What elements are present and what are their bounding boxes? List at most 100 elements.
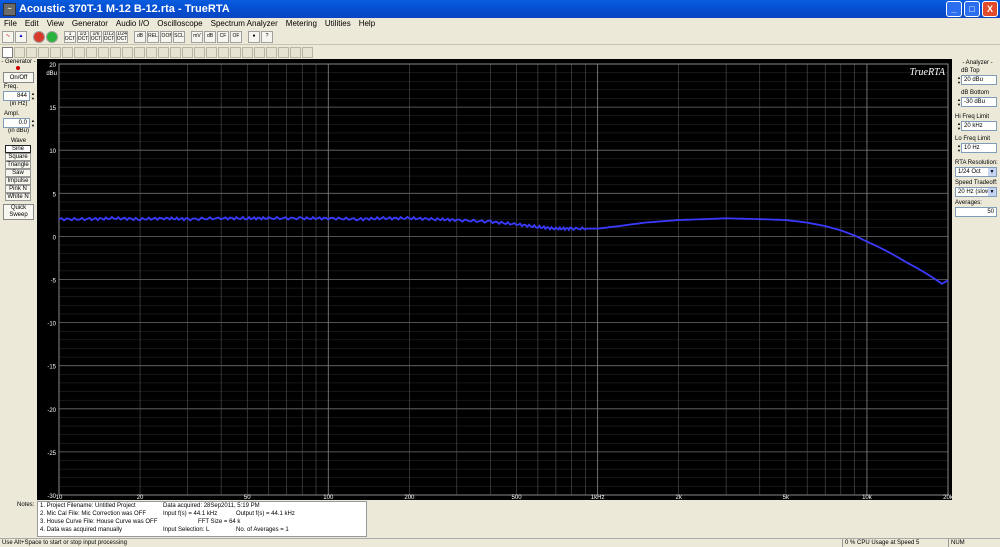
- y-axis-label: dBu: [46, 71, 57, 77]
- tool-button-21[interactable]: [242, 46, 253, 58]
- hi-freq-spinner-icon[interactable]: ▲ ▼: [957, 121, 961, 131]
- tool-button-26[interactable]: [302, 46, 313, 58]
- tool-button-13[interactable]: [146, 46, 157, 58]
- tool-button-20[interactable]: [230, 46, 241, 58]
- tool-button-14[interactable]: [158, 46, 169, 58]
- rta-resolution-select[interactable]: 1/24 Oct ▼: [955, 167, 997, 177]
- close-button[interactable]: X: [982, 1, 998, 17]
- zoom-button[interactable]: ZOOM: [160, 30, 172, 43]
- menu-edit[interactable]: Edit: [21, 19, 43, 28]
- db-bottom-input[interactable]: ▲ ▼ -30 dBu: [957, 97, 997, 107]
- averages-input[interactable]: 50: [955, 207, 997, 217]
- menu-view[interactable]: View: [43, 19, 68, 28]
- tool-button-24[interactable]: [278, 46, 289, 58]
- rel-button[interactable]: REL: [147, 30, 159, 43]
- menu-help[interactable]: Help: [355, 19, 379, 28]
- wave-pink-noise-button[interactable]: Pink N: [5, 185, 31, 193]
- menu-spectrum-analyzer[interactable]: Spectrum Analyzer: [207, 19, 282, 28]
- quick-sweep-button[interactable]: Quick Sweep: [3, 204, 34, 220]
- menu-oscilloscope[interactable]: Oscilloscope: [153, 19, 206, 28]
- ampl-input[interactable]: 0.0 ▲ ▼: [3, 118, 35, 128]
- tool-button-19[interactable]: [218, 46, 229, 58]
- freq-unit-label: (in Hz): [9, 101, 28, 107]
- of-button[interactable]: OF: [230, 30, 242, 43]
- tool-button-17[interactable]: [194, 46, 205, 58]
- oct-1-3-button[interactable]: 1/3 OCT: [77, 30, 89, 43]
- tool-button-10[interactable]: [110, 46, 121, 58]
- stop-button[interactable]: [33, 30, 45, 43]
- tool-button-4[interactable]: [38, 46, 49, 58]
- wave-white-noise-button[interactable]: White N: [5, 193, 31, 201]
- tool-button-5[interactable]: [50, 46, 61, 58]
- tool-button-16[interactable]: [182, 46, 193, 58]
- mv-button[interactable]: mV: [191, 30, 203, 43]
- oct-1-24-button[interactable]: 1/24 OCT: [116, 30, 128, 43]
- db-top-input[interactable]: ▲ ▼ 20 dBu: [957, 75, 997, 85]
- rta-resolution-label: RTA Resolution:: [955, 160, 998, 166]
- oct-1-12-button[interactable]: 1/12 OCT: [103, 30, 115, 43]
- view-mode-button[interactable]: [2, 46, 13, 58]
- ampl-spinner-icon[interactable]: ▲ ▼: [30, 118, 36, 128]
- chevron-down-icon[interactable]: ▼: [988, 188, 996, 196]
- tool-button-9[interactable]: [98, 46, 109, 58]
- tool-button-8[interactable]: [86, 46, 97, 58]
- run-button[interactable]: [46, 30, 58, 43]
- oct-1-6-button[interactable]: 1/6 OCT: [90, 30, 102, 43]
- wave-triangle-button[interactable]: Triangle: [5, 161, 31, 169]
- tool-button-3[interactable]: [26, 46, 37, 58]
- lightbulb-icon[interactable]: ●: [248, 30, 260, 43]
- note-line-2c: Output f(s) = 44.1 kHz: [236, 511, 295, 517]
- tool-button-23[interactable]: [266, 46, 277, 58]
- menu-file[interactable]: File: [0, 19, 21, 28]
- scale-button[interactable]: SCL: [173, 30, 185, 43]
- y-tick-label: 0: [53, 235, 57, 241]
- wave-impulse-button[interactable]: Impulse: [5, 177, 31, 185]
- waveform-icon[interactable]: ∿: [2, 30, 14, 43]
- speed-tradeoff-select[interactable]: 20 Hz (slow) ▼: [955, 187, 997, 197]
- freq-spinner-icon[interactable]: ▲ ▼: [30, 91, 36, 101]
- hi-freq-label: Hi Freq Limit: [955, 114, 990, 120]
- y-tick-label: -10: [47, 322, 56, 328]
- tool-button-15[interactable]: [170, 46, 181, 58]
- oct-1-button[interactable]: 1 OCT: [64, 30, 76, 43]
- hi-freq-input[interactable]: ▲ ▼ 20 kHz: [957, 121, 997, 131]
- maximize-button[interactable]: □: [964, 1, 980, 17]
- menu-metering[interactable]: Metering: [282, 19, 321, 28]
- tool-button-12[interactable]: [134, 46, 145, 58]
- tool-button-7[interactable]: [74, 46, 85, 58]
- db-bottom-label: dB Bottom: [961, 90, 990, 96]
- help-button[interactable]: ?: [261, 30, 273, 43]
- wave-square-button[interactable]: Square: [5, 153, 31, 161]
- note-line-1b: Data acquired: 28Sep2011, 5:19 PM: [163, 503, 260, 509]
- tool-button-22[interactable]: [254, 46, 265, 58]
- y-tick-label: 15: [49, 106, 56, 112]
- lo-freq-spinner-icon[interactable]: ▲ ▼: [957, 143, 961, 153]
- app-icon[interactable]: ~: [3, 2, 16, 16]
- freq-input[interactable]: 844 ▲ ▼: [3, 91, 35, 101]
- tool-button-25[interactable]: [290, 46, 301, 58]
- y-tick-label: -15: [47, 365, 56, 371]
- wave-label: Wave: [10, 138, 27, 144]
- spectrum-icon[interactable]: ▲: [15, 30, 27, 43]
- notes-box[interactable]: 1. Project Filename: Untitled Project Da…: [37, 501, 367, 537]
- generator-onoff-button[interactable]: On/Off: [3, 72, 34, 83]
- tool-button-2[interactable]: [14, 46, 25, 58]
- wave-sine-button[interactable]: Sine: [5, 145, 31, 153]
- cf-button[interactable]: CF: [217, 30, 229, 43]
- db-bottom-spinner-icon[interactable]: ▲ ▼: [957, 97, 961, 107]
- lo-freq-input[interactable]: ▲ ▼ 10 Hz: [957, 143, 997, 153]
- tool-button-11[interactable]: [122, 46, 133, 58]
- menu-generator[interactable]: Generator: [68, 19, 112, 28]
- lo-freq-label: Lo Freq Limit: [955, 136, 991, 142]
- menu-audio-io[interactable]: Audio I/O: [112, 19, 153, 28]
- tool-button-18[interactable]: [206, 46, 217, 58]
- chevron-down-icon[interactable]: ▼: [988, 168, 996, 176]
- wave-saw-button[interactable]: Saw: [5, 169, 31, 177]
- spectrum-plot[interactable]: 20 15 10 5 0 -5 -10 -15 -20 -25 -30 dBu 10 20 50 100 200…: [37, 59, 954, 501]
- menu-utilities[interactable]: Utilities: [321, 19, 355, 28]
- db-top-spinner-icon[interactable]: ▲ ▼: [957, 75, 961, 85]
- minimize-button[interactable]: _: [946, 1, 962, 17]
- db-unit-button[interactable]: dB: [204, 30, 216, 43]
- tool-button-6[interactable]: [62, 46, 73, 58]
- db-button[interactable]: dB: [134, 30, 146, 43]
